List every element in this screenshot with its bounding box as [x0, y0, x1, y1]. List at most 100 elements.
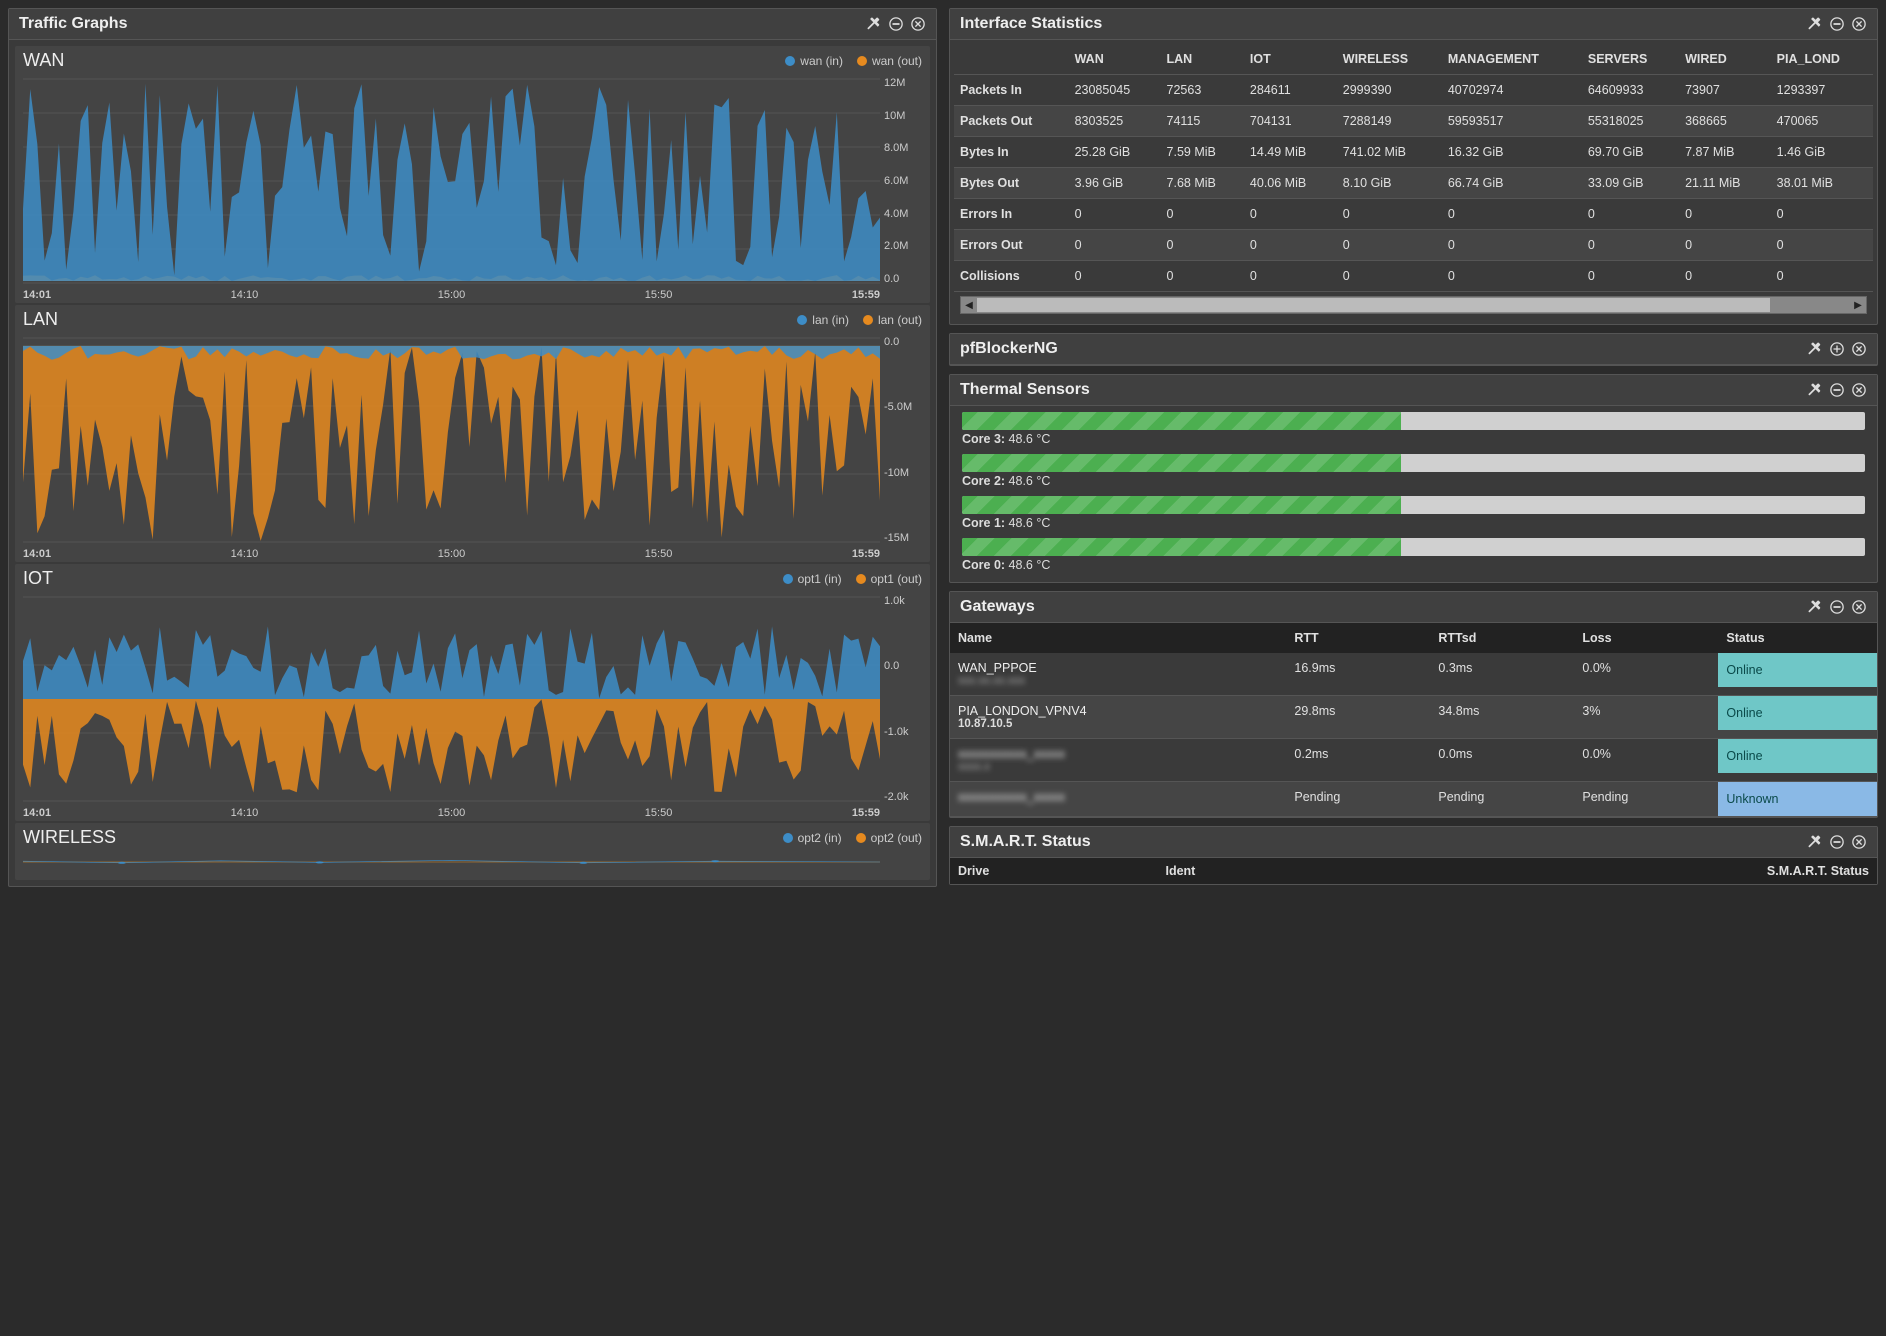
y-tick: 8.0M	[884, 142, 924, 154]
gw-rtt: 29.8ms	[1286, 696, 1430, 739]
minimize-icon[interactable]	[1829, 834, 1845, 850]
gw-name-cell: xxxxxxxxxxx_xxxxx	[950, 782, 1286, 817]
gw-status: Online	[1718, 653, 1877, 696]
scroll-left-icon[interactable]: ◀	[961, 300, 977, 311]
legend-in[interactable]: opt2 (in)	[783, 831, 842, 845]
wrench-icon[interactable]	[1807, 834, 1823, 850]
legend-out[interactable]: opt1 (out)	[856, 572, 922, 586]
ifstats-cell: 0	[1161, 261, 1244, 292]
graph-name: IOT	[23, 568, 53, 589]
close-icon[interactable]	[1851, 382, 1867, 398]
ifstats-col: PIA_LOND	[1771, 44, 1873, 75]
legend-out[interactable]: wan (out)	[857, 54, 922, 68]
traffic-graph-wireless: WIRELESS opt2 (in) opt2 (out)	[15, 823, 930, 880]
ifstats-cell: 0	[1582, 230, 1679, 261]
thermal-row: Core 1: 48.6 °C	[954, 494, 1873, 536]
close-icon[interactable]	[910, 16, 926, 32]
gw-col: Status	[1718, 623, 1877, 653]
ifstats-cell: 0	[1582, 199, 1679, 230]
legend-in[interactable]: lan (in)	[797, 313, 849, 327]
ifstats-cell: 0	[1771, 261, 1873, 292]
minimize-icon[interactable]	[1829, 599, 1845, 615]
ifstats-cell: 7288149	[1337, 106, 1442, 137]
legend-out[interactable]: lan (out)	[863, 313, 922, 327]
close-icon[interactable]	[1851, 834, 1867, 850]
gw-loss: Pending	[1574, 782, 1718, 817]
gw-loss: 0.0%	[1574, 653, 1718, 696]
scroll-right-icon[interactable]: ▶	[1850, 300, 1866, 311]
y-tick: 10M	[884, 110, 924, 122]
y-tick: 0.0	[884, 336, 924, 348]
ifstats-cell: 23085045	[1069, 75, 1161, 106]
ifstats-cell: 0	[1244, 261, 1337, 292]
wrench-icon[interactable]	[1807, 16, 1823, 32]
wrench-icon[interactable]	[1807, 341, 1823, 357]
ifstats-cell: 0	[1069, 261, 1161, 292]
ifstats-cell: 7.59 MiB	[1161, 137, 1244, 168]
close-icon[interactable]	[1851, 599, 1867, 615]
ifstats-cell: 0	[1679, 261, 1771, 292]
gw-rtt: Pending	[1286, 782, 1430, 817]
x-tick: 15:59	[852, 289, 880, 301]
thermal-bar	[962, 454, 1865, 472]
close-icon[interactable]	[1851, 341, 1867, 357]
thermal-bar	[962, 496, 1865, 514]
ifstats-row: Errors Out00000000	[954, 230, 1873, 261]
ifstats-cell: 0	[1582, 261, 1679, 292]
pfblocker-title: pfBlockerNG	[960, 340, 1058, 358]
ifstats-cell: 0	[1069, 230, 1161, 261]
gateways-table: NameRTTRTTsdLossStatus WAN_PPPOE xxx.xx.…	[950, 623, 1877, 817]
x-tick: 14:01	[23, 807, 51, 819]
ifstats-cell: 69.70 GiB	[1582, 137, 1679, 168]
scrollbar-thumb[interactable]	[977, 298, 1770, 312]
wrench-icon[interactable]	[866, 16, 882, 32]
ifstats-cell: 40.06 MiB	[1244, 168, 1337, 199]
close-icon[interactable]	[1851, 16, 1867, 32]
horizontal-scrollbar[interactable]: ◀ ▶	[960, 296, 1867, 314]
ifstats-col: LAN	[1161, 44, 1244, 75]
ifstats-cell: 38.01 MiB	[1771, 168, 1873, 199]
thermal-sensors-panel: Thermal Sensors Core 3: 48.6 °C Core 2: …	[949, 374, 1878, 583]
ifstats-cell: 8303525	[1069, 106, 1161, 137]
legend-in[interactable]: opt1 (in)	[783, 572, 842, 586]
minimize-icon[interactable]	[888, 16, 904, 32]
ifstats-cell: 0	[1679, 199, 1771, 230]
ifstats-cell: 72563	[1161, 75, 1244, 106]
x-tick: 15:59	[852, 548, 880, 560]
ifstats-cell: 64609933	[1582, 75, 1679, 106]
plus-icon[interactable]	[1829, 341, 1845, 357]
minimize-icon[interactable]	[1829, 16, 1845, 32]
ifstats-cell: 1293397	[1771, 75, 1873, 106]
legend-out[interactable]: opt2 (out)	[856, 831, 922, 845]
ifstats-cell: 2999390	[1337, 75, 1442, 106]
legend-in[interactable]: wan (in)	[785, 54, 843, 68]
wrench-icon[interactable]	[1807, 382, 1823, 398]
thermal-label: Core 0: 48.6 °C	[962, 558, 1865, 572]
ifstats-cell: 0	[1442, 230, 1582, 261]
ifstats-row: Bytes Out3.96 GiB7.68 MiB40.06 MiB8.10 G…	[954, 168, 1873, 199]
wrench-icon[interactable]	[1807, 599, 1823, 615]
thermal-label: Core 1: 48.6 °C	[962, 516, 1865, 530]
ifstats-cell: 0	[1161, 230, 1244, 261]
graph-name: WIRELESS	[23, 827, 116, 848]
gw-rttsd: 0.0ms	[1430, 739, 1574, 782]
ifstats-cell: Bytes Out	[954, 168, 1069, 199]
x-tick: 14:01	[23, 289, 51, 301]
ifstats-cell: 0	[1337, 230, 1442, 261]
y-tick: -5.0M	[884, 401, 924, 413]
ifstats-cell: 40702974	[1442, 75, 1582, 106]
interface-stats-table: WANLANIOTWIRELESSMANAGEMENTSERVERSWIREDP…	[954, 44, 1873, 292]
x-tick: 14:10	[231, 289, 259, 301]
smart-status-panel: S.M.A.R.T. Status DriveIdentS.M.A.R.T. S…	[949, 826, 1878, 885]
ifstats-col: WAN	[1069, 44, 1161, 75]
minimize-icon[interactable]	[1829, 382, 1845, 398]
ifstats-row: Collisions00000000	[954, 261, 1873, 292]
traffic-graph-lan: LAN lan (in) lan (out) 0.0-5.0M-10M-15M …	[15, 305, 930, 562]
gw-loss: 0.0%	[1574, 739, 1718, 782]
y-tick: -10M	[884, 467, 924, 479]
y-tick: 2.0M	[884, 240, 924, 252]
traffic-graphs-title: Traffic Graphs	[19, 15, 127, 33]
ifstats-cell: 55318025	[1582, 106, 1679, 137]
ifstats-col: IOT	[1244, 44, 1337, 75]
y-tick: -1.0k	[884, 726, 924, 738]
